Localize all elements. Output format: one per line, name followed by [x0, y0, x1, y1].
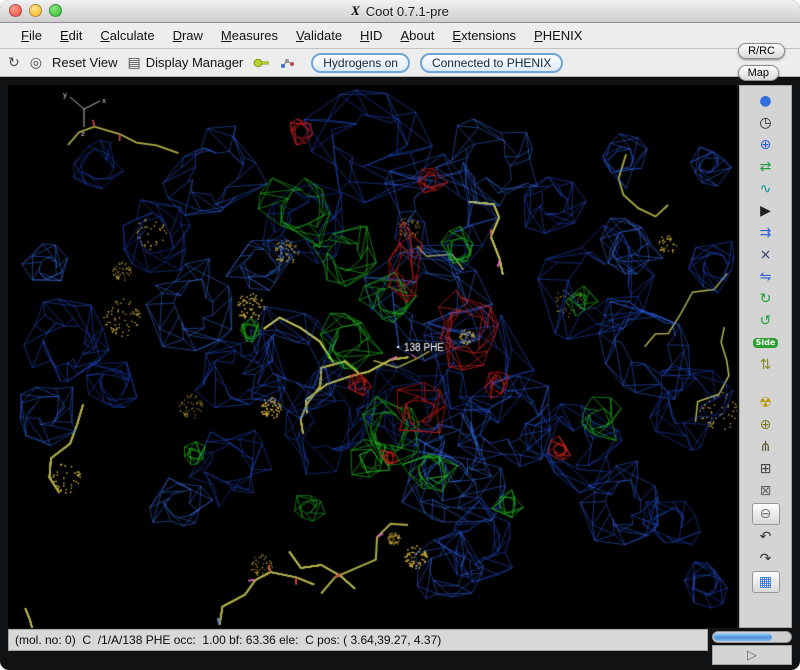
place-atom-icon[interactable]: ⊞ — [753, 459, 779, 479]
rotate-translate-icon[interactable]: ⇋ — [753, 267, 779, 287]
delete-item-icon[interactable]: ⊖ — [752, 503, 780, 525]
clear-pending-picks-icon[interactable]: ⊠ — [753, 481, 779, 501]
rotamers-icon[interactable]: ↺ — [753, 311, 779, 331]
status-text: (mol. no: 0) C /1/A/138 PHE occ: 1.00 bf… — [15, 633, 441, 647]
window-title: X Coot 0.7.1-pre — [0, 0, 800, 22]
close-button[interactable] — [9, 4, 22, 17]
status-bar: (mol. no: 0) C /1/A/138 PHE occ: 1.00 bf… — [8, 629, 708, 651]
tool-column: ●◷⊕⇄∿▶⇉×⇋↻↺Side⇅☢⊕⋔⊞⊠⊖↶↷▦ — [740, 86, 791, 593]
run-refmac-icon[interactable]: ▦ — [752, 571, 780, 593]
recentre-icon[interactable]: ◎ — [30, 56, 42, 70]
h-scroll-thumb[interactable] — [714, 633, 772, 641]
molecular-canvas[interactable] — [8, 85, 737, 628]
app-window: X Coot 0.7.1-pre File Edit Calculate Draw Me… — [0, 0, 800, 670]
move-view-icon[interactable]: ⊕ — [753, 135, 779, 155]
regularize-zone-icon[interactable]: ⇄ — [753, 157, 779, 177]
reset-view-button[interactable]: Reset View — [52, 55, 118, 70]
main-toolbar: ↻ ◎ Reset View ▤ Display Manager Hydroge… — [0, 49, 800, 77]
spin-view-icon[interactable]: ↻ — [8, 56, 20, 70]
menu-item-file[interactable]: File — [21, 28, 42, 43]
display-manager-label: Display Manager — [146, 55, 244, 70]
ligand-icon[interactable] — [253, 57, 270, 69]
side-chain-flip-icon[interactable]: Side — [753, 333, 779, 353]
auto-fit-rotamer-icon[interactable]: ↻ — [753, 289, 779, 309]
phenix-status-button[interactable]: Connected to PHENIX — [420, 53, 563, 73]
clock-icon[interactable]: ◷ — [753, 113, 779, 133]
minimize-button[interactable] — [29, 4, 42, 17]
menu-item-phenix[interactable]: PHENIX — [534, 28, 582, 43]
rrc-button[interactable]: R/RC — [738, 43, 785, 59]
menu-item-measures[interactable]: Measures — [221, 28, 278, 43]
undo-icon[interactable]: ↶ — [753, 527, 779, 547]
add-alt-conf-icon[interactable]: ⋔ — [753, 437, 779, 457]
add-terminal-residue-icon[interactable]: ⊕ — [753, 415, 779, 435]
real-space-refine-icon[interactable]: ⇉ — [753, 223, 779, 243]
redo-icon[interactable]: ↷ — [753, 549, 779, 569]
menu-item-draw[interactable]: Draw — [173, 28, 203, 43]
menu-item-extensions[interactable]: Extensions — [452, 28, 516, 43]
play-icon[interactable]: ▷ — [747, 649, 757, 662]
h-scrollbar[interactable] — [712, 631, 792, 643]
display-manager-button[interactable]: ▤ Display Manager — [127, 55, 243, 70]
goto-atom-icon[interactable] — [280, 56, 295, 69]
menu-item-calculate[interactable]: Calculate — [100, 28, 154, 43]
menu-item-edit[interactable]: Edit — [60, 28, 82, 43]
window-title-text: Coot 0.7.1-pre — [366, 4, 449, 19]
x11-icon: X — [351, 3, 360, 19]
title-bar[interactable]: X Coot 0.7.1-pre — [0, 0, 800, 23]
chi-angles-icon[interactable]: ∿ — [753, 179, 779, 199]
run-script-icon[interactable]: ▶ — [753, 201, 779, 221]
pepflip-icon[interactable]: × — [753, 245, 779, 265]
menu-item-about[interactable]: About — [400, 28, 434, 43]
hydrogens-toggle-button[interactable]: Hydrogens on — [311, 53, 410, 73]
corner-panel: ▷ — [712, 645, 792, 665]
zoom-button[interactable] — [49, 4, 62, 17]
edit-backbone-icon[interactable]: ⇅ — [753, 355, 779, 375]
display-manager-icon: ▤ — [127, 56, 140, 70]
menu-item-validate[interactable]: Validate — [296, 28, 342, 43]
map-button[interactable]: Map — [738, 65, 779, 81]
menu-bar: File Edit Calculate Draw Measures Validate HID… — [0, 23, 800, 49]
mutate-residue-icon[interactable]: ☢ — [753, 393, 779, 413]
tool-separator — [740, 377, 791, 391]
traffic-lights — [9, 4, 62, 17]
menu-item-hid[interactable]: HID — [360, 28, 382, 43]
map-sphere-icon[interactable]: ● — [753, 91, 779, 111]
right-tool-panel: ●◷⊕⇄∿▶⇉×⇋↻↺Side⇅☢⊕⋔⊞⊠⊖↶↷▦ — [739, 85, 792, 628]
